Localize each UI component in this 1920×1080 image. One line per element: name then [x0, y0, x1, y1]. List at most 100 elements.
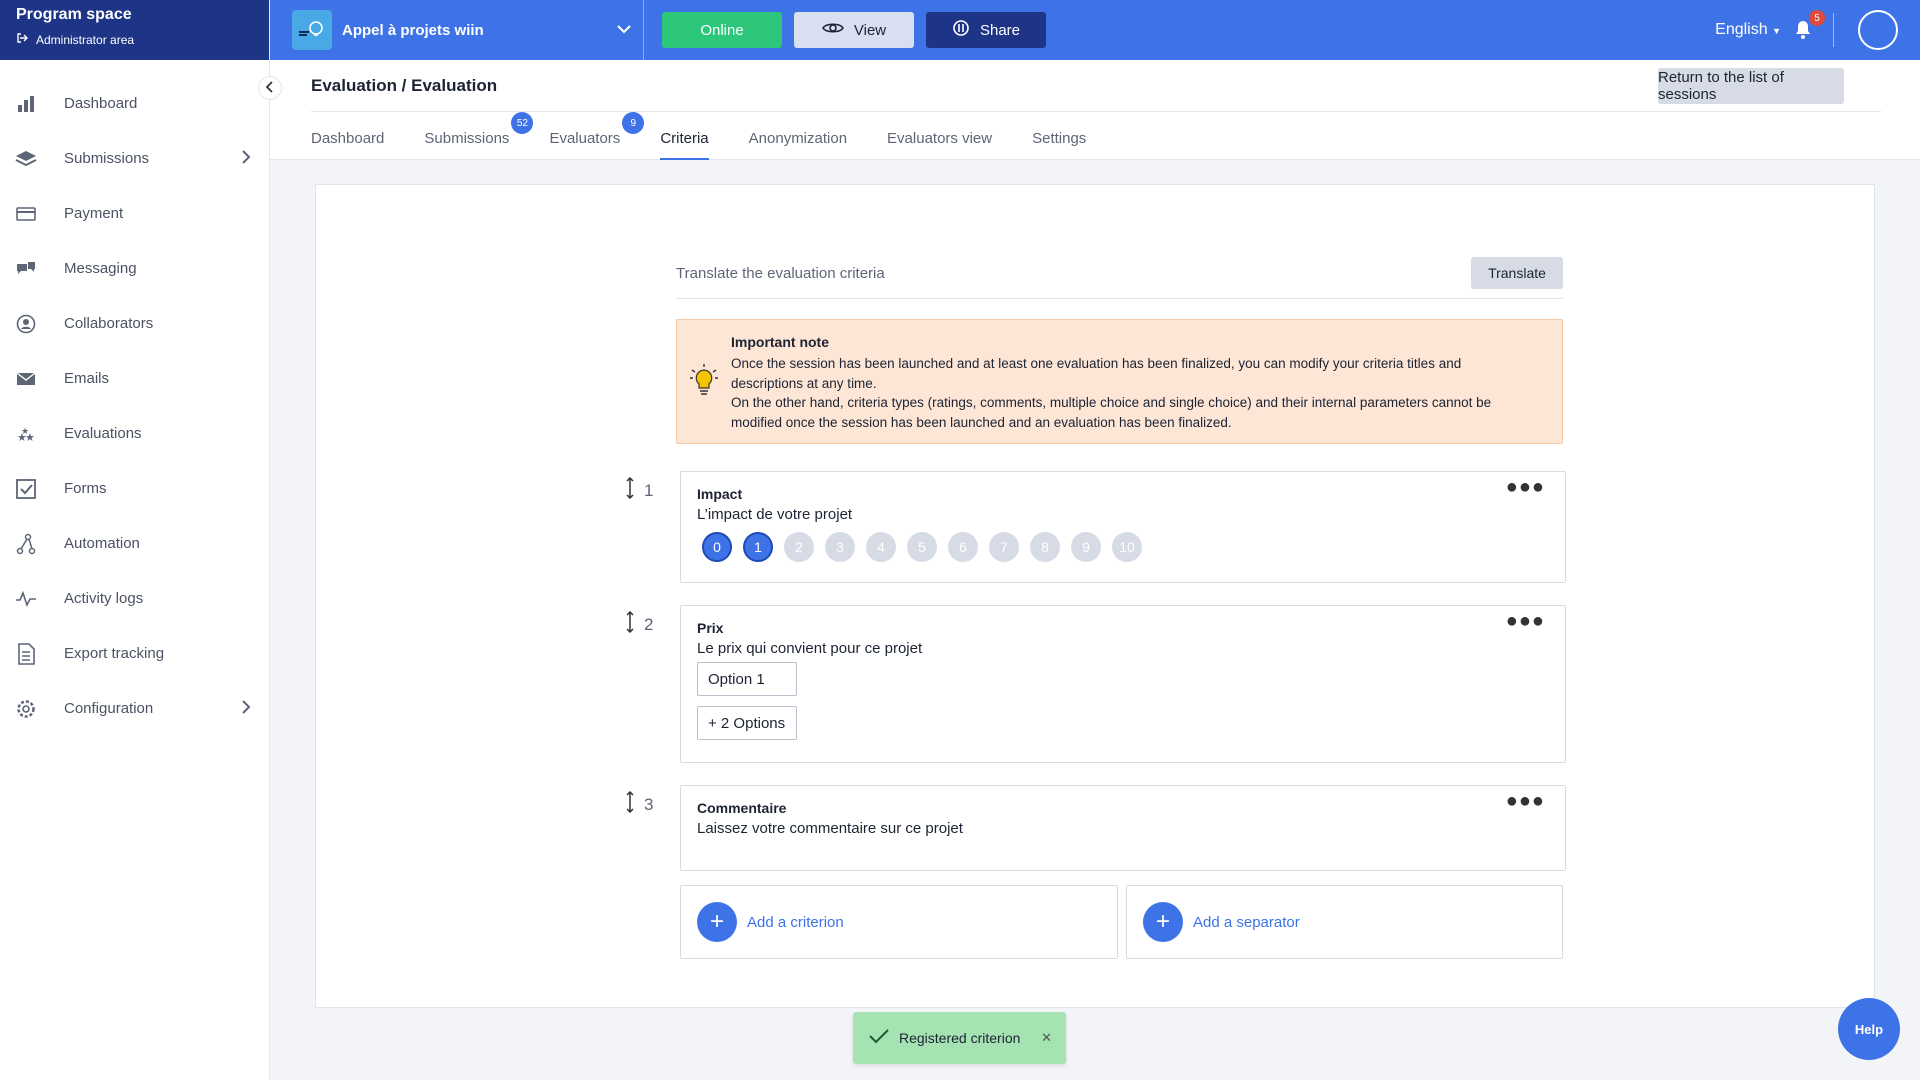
translate-text: Translate the evaluation criteria — [676, 265, 885, 282]
sidebar-item-label: Forms — [64, 480, 107, 497]
tab-settings[interactable]: Settings — [1032, 130, 1086, 160]
sidebar-item-activity-logs[interactable]: Activity logs — [0, 571, 269, 626]
avatar[interactable] — [1858, 10, 1898, 50]
evaluators-count-badge: 9 — [622, 112, 645, 134]
add-criterion-button[interactable]: + Add a criterion — [680, 885, 1118, 959]
translate-row: Translate the evaluation criteria Transl… — [676, 257, 1563, 299]
important-note: Important note Once the session has been… — [676, 319, 1563, 444]
criterion-number: 2 — [644, 614, 654, 634]
rating-dot-1[interactable]: 1 — [743, 532, 773, 562]
collapse-sidebar-button[interactable] — [258, 76, 282, 100]
rating-dot-3[interactable]: 3 — [825, 532, 855, 562]
criterion-menu-button[interactable]: ●●● — [1506, 476, 1545, 499]
flow-icon — [14, 532, 38, 556]
rating-dot-10[interactable]: 10 — [1112, 532, 1142, 562]
drag-arrows-icon — [626, 476, 634, 504]
view-button[interactable]: View — [794, 12, 914, 48]
criterion-description: Le prix qui convient pour ce projet — [697, 640, 923, 657]
criterion-menu-button[interactable]: ●●● — [1506, 610, 1545, 633]
tab-bar: Dashboard Submissions 52 Evaluators 9 Crit… — [311, 112, 1126, 160]
criterion-title: Impact — [697, 486, 743, 502]
exit-icon — [16, 32, 28, 47]
help-button[interactable]: Help — [1838, 998, 1900, 1060]
sidebar-item-label: Collaborators — [64, 315, 154, 332]
note-text: Once the session has been launched and a… — [731, 354, 1531, 432]
rating-dot-8[interactable]: 8 — [1030, 532, 1060, 562]
sidebar-item-label: Emails — [64, 370, 110, 387]
page-header: Evaluation / Evaluation Return to the li… — [270, 60, 1920, 160]
svg-text:★: ★ — [21, 426, 29, 436]
admin-area-link[interactable]: Administrator area — [16, 32, 253, 47]
tab-evaluators-view[interactable]: Evaluators view — [887, 130, 992, 160]
sidebar-item-dashboard[interactable]: Dashboard — [0, 76, 269, 131]
return-label: Return to the list of sessions — [1658, 69, 1784, 103]
sidebar-item-label: Payment — [64, 205, 124, 222]
sidebar: Program space Administrator area Dashboa… — [0, 0, 270, 1080]
criterion-number: 1 — [644, 480, 654, 500]
share-button[interactable]: Share — [926, 12, 1046, 48]
rating-dot-0[interactable]: 0 — [702, 532, 732, 562]
program-selector[interactable]: Appel à projets wiin — [270, 0, 644, 60]
more-options-button[interactable]: + 2 Options — [697, 706, 797, 740]
criterion-drag-handle[interactable]: 2 — [626, 610, 666, 638]
language-selector[interactable]: English ▼ — [1715, 21, 1781, 39]
rating-dot-2[interactable]: 2 — [784, 532, 814, 562]
translate-button[interactable]: Translate — [1471, 257, 1563, 289]
add-separator-label: Add a separator — [1193, 913, 1300, 931]
document-icon — [14, 642, 38, 666]
tab-label: Evaluators view — [887, 130, 993, 147]
submissions-count-badge: 52 — [511, 112, 534, 134]
criterion-menu-button[interactable]: ●●● — [1506, 790, 1545, 813]
sidebar-brand: Program space Administrator area — [0, 0, 269, 60]
sidebar-item-forms[interactable]: Forms — [0, 461, 269, 516]
top-bar-right: English ▼ 5 — [1715, 0, 1920, 60]
plus-icon: + — [697, 902, 737, 942]
sidebar-item-label: Export tracking — [64, 645, 165, 662]
criterion-drag-handle[interactable]: 3 — [626, 790, 666, 818]
rating-dot-7[interactable]: 7 — [989, 532, 1019, 562]
tab-evaluators[interactable]: Evaluators 9 — [549, 112, 645, 160]
tab-submissions[interactable]: Submissions 52 — [424, 112, 534, 160]
tab-dashboard[interactable]: Dashboard — [311, 130, 384, 160]
online-label: Online — [700, 21, 744, 39]
help-label: Help — [1854, 1021, 1884, 1037]
tab-label: Criteria — [660, 130, 709, 147]
sidebar-item-payment[interactable]: Payment — [0, 186, 269, 241]
criterion-box: Impact L’impact de votre projet ●●● 0123… — [680, 471, 1566, 583]
sidebar-item-automation[interactable]: Automation — [0, 516, 269, 571]
rating-dot-5[interactable]: 5 — [907, 532, 937, 562]
sidebar-item-label: Dashboard — [64, 95, 138, 112]
return-to-sessions-button[interactable]: Return to the list of sessions — [1658, 68, 1844, 104]
notifications-button[interactable]: 5 — [1793, 10, 1825, 42]
sidebar-nav: Dashboard Submissions Payment Messaging … — [0, 60, 269, 736]
sidebar-item-label: Activity logs — [64, 590, 144, 607]
sidebar-item-submissions[interactable]: Submissions — [0, 131, 269, 186]
sidebar-item-messaging[interactable]: Messaging — [0, 241, 269, 296]
toast-message: Registered criterion — [899, 1030, 1021, 1046]
tab-criteria[interactable]: Criteria — [660, 130, 710, 160]
sidebar-item-export-tracking[interactable]: Export tracking — [0, 626, 269, 681]
sidebar-item-configuration[interactable]: Configuration — [0, 681, 269, 736]
eye-icon — [821, 21, 844, 39]
close-icon[interactable]: ✕ — [1041, 1030, 1052, 1046]
criterion-description: Laissez votre commentaire sur ce projet — [697, 820, 963, 837]
criterion-title: Prix — [697, 620, 724, 636]
rating-dot-6[interactable]: 6 — [948, 532, 978, 562]
rating-dot-9[interactable]: 9 — [1071, 532, 1101, 562]
online-button[interactable]: Online — [662, 12, 782, 48]
rating-dot-4[interactable]: 4 — [866, 532, 896, 562]
note-line-2: On the other hand, criteria types (ratin… — [731, 395, 1492, 430]
criterion-drag-handle[interactable]: 1 — [626, 476, 666, 504]
sidebar-item-collaborators[interactable]: Collaborators — [0, 296, 269, 351]
drag-arrows-icon — [626, 610, 634, 638]
criterion-title: Commentaire — [697, 800, 787, 816]
add-separator-button[interactable]: + Add a separator — [1126, 885, 1563, 959]
sidebar-item-evaluations[interactable]: ★ ★ ★ Evaluations — [0, 406, 269, 461]
chevron-right-icon — [241, 699, 251, 718]
sidebar-item-label: Messaging — [64, 260, 137, 277]
tab-anonymization[interactable]: Anonymization — [749, 130, 847, 160]
caret-down-icon: ▼ — [1772, 26, 1781, 36]
sidebar-item-emails[interactable]: Emails — [0, 351, 269, 406]
divider — [311, 111, 1881, 112]
tab-label: Settings — [1032, 130, 1087, 147]
